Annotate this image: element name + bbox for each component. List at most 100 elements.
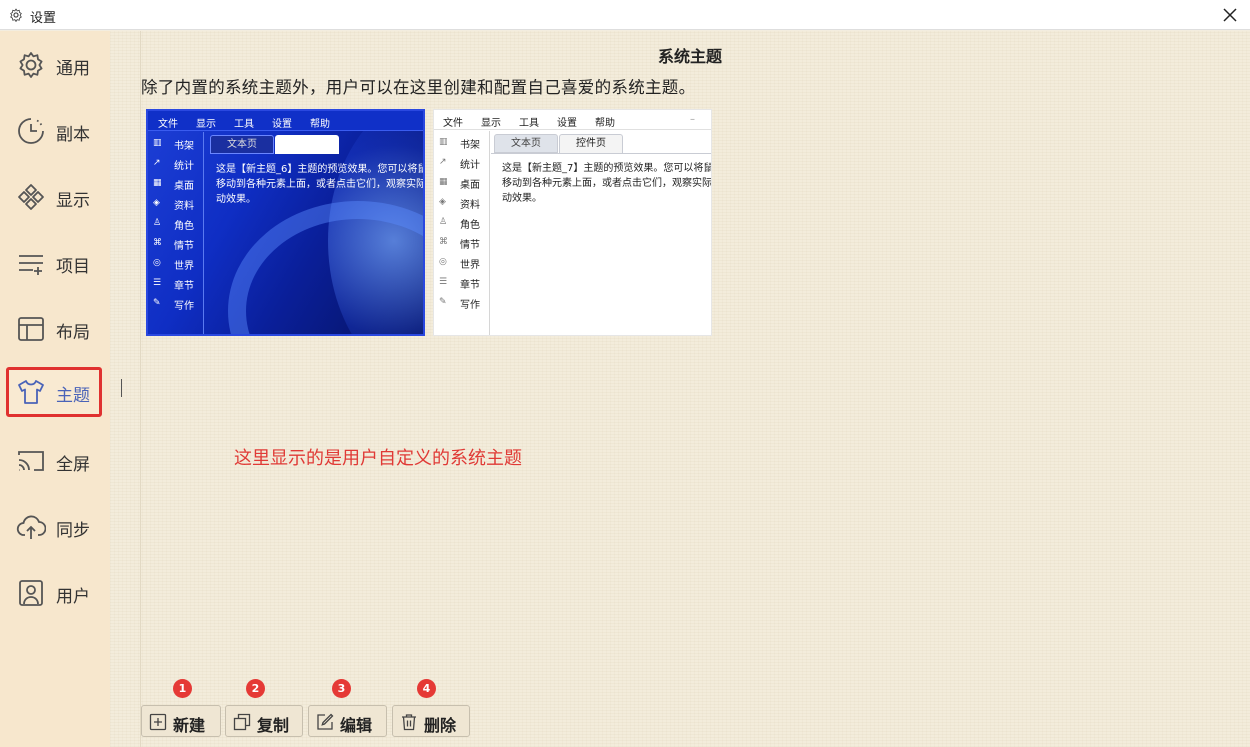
step-badge: 1 <box>173 679 192 698</box>
globe-icon: ◎ <box>153 258 161 268</box>
sidebar-item-copy[interactable]: 副本 <box>6 106 102 156</box>
trash-icon <box>402 714 416 731</box>
tab-underline <box>491 153 711 154</box>
sidebar-item-user[interactable]: 用户 <box>6 568 102 618</box>
plus-square-icon <box>149 713 167 731</box>
step-badge: 2 <box>246 679 265 698</box>
theme-preview-card[interactable]: 文件 显示 工具 设置 帮助 – ▥ 书架 ↗ 统计 ▦ 桌面 ◈ 资料 ♙ 角色 ⌘ 情节… <box>433 109 712 336</box>
preview-side-item: ◎ 世界 <box>439 257 480 271</box>
grid-icon: ▦ <box>439 177 448 187</box>
preview-text: 这是【新主题_6】主题的预览效果。您可以将鼠标移动到各种元素上面，或者点击它们，… <box>216 164 425 205</box>
layout-icon <box>18 317 44 341</box>
layers-icon: ◈ <box>439 197 446 207</box>
preview-side-item: ◈ 资料 <box>153 198 194 212</box>
menu-item: 帮助 <box>310 119 330 130</box>
page-title: 系统主题 <box>657 47 722 66</box>
page-description: 除了内置的系统主题外，用户可以在这里创建和配置自己喜爱的系统主题。 <box>141 78 696 97</box>
menu-item: 文件 <box>158 119 178 130</box>
divider <box>140 31 141 747</box>
new-button[interactable]: 新建 <box>141 705 221 737</box>
preview-side-item: ♙ 角色 <box>153 218 194 232</box>
button-label: 编辑 <box>340 716 373 735</box>
step-badge: 3 <box>332 679 351 698</box>
preview-side-item: ⌘ 情节 <box>153 238 194 252</box>
preview-text: 这是【新主题_7】主题的预览效果。您可以将鼠标移动到各种元素上面，或者点击它们，… <box>502 163 712 204</box>
preview-side-item: ☰ 章节 <box>153 278 194 292</box>
button-label: 复制 <box>257 716 290 735</box>
menu-item: 设置 <box>272 119 292 130</box>
list-add-icon <box>19 255 43 275</box>
close-icon[interactable] <box>1220 5 1240 25</box>
sidebar-item-label: 主题 <box>56 386 90 406</box>
preview-menubar: 文件 显示 工具 设置 帮助 – <box>434 110 711 130</box>
preview-tab: 文本页 <box>210 135 274 154</box>
chapter-icon: ☰ <box>439 277 448 287</box>
preview-side-item: ↗ 统计 <box>153 158 194 172</box>
preview-side-item: ▥ 书架 <box>153 138 194 152</box>
copy-icon <box>233 713 251 731</box>
preview-sidebar: ▥ 书架 ↗ 统计 ▦ 桌面 ◈ 资料 ♙ 角色 ⌘ 情节 ◎ 世界 ☰ 章节 ✎ 写作 <box>148 132 204 334</box>
sidebar-item-fullscreen[interactable]: 全屏 <box>6 436 102 486</box>
menu-item: 显示 <box>196 119 216 130</box>
sidebar: 通用 副本 显示 项目 布局 主题 全屏 同步 用户 <box>0 31 110 747</box>
edit-button[interactable]: 编辑 <box>308 705 387 737</box>
layers-icon: ◈ <box>153 198 160 208</box>
bookshelf-icon: ▥ <box>439 137 448 147</box>
theme-preview-card[interactable]: 文件 显示 工具 设置 帮助 ▥ 书架 ↗ 统计 ▦ 桌面 ◈ 资料 ♙ 角色 ⌘ 情节 ◎… <box>146 109 425 336</box>
chart-icon: ↗ <box>439 157 447 167</box>
menu-item: 设置 <box>557 118 577 129</box>
sidebar-item-general[interactable]: 通用 <box>6 40 102 90</box>
step-badge: 4 <box>417 679 436 698</box>
sidebar-item-display[interactable]: 显示 <box>6 172 102 222</box>
preview-side-item: ◈ 资料 <box>439 197 480 211</box>
sidebar-item-label: 通用 <box>56 59 90 79</box>
wallpaper-swirl <box>228 201 423 334</box>
globe-icon: ◎ <box>439 257 447 267</box>
sidebar-item-label: 同步 <box>56 521 90 541</box>
grid-icon: ▦ <box>153 178 162 188</box>
preview-menubar: 文件 显示 工具 设置 帮助 <box>148 111 423 131</box>
menu-item: 帮助 <box>595 118 615 129</box>
minimize-icon: – <box>690 114 695 125</box>
write-icon: ✎ <box>439 297 447 307</box>
preview-side-item: ☰ 章节 <box>439 277 480 291</box>
sidebar-item-layout[interactable]: 布局 <box>6 304 102 354</box>
preview-tab: 文本页 <box>494 134 558 153</box>
sidebar-item-label: 显示 <box>56 191 90 211</box>
write-icon: ✎ <box>153 298 161 308</box>
title-bar: 设置 <box>0 0 1250 30</box>
preview-side-item: ↗ 统计 <box>439 157 480 171</box>
preview-side-item: ◎ 世界 <box>153 258 194 272</box>
sidebar-item-label: 用户 <box>56 587 90 607</box>
menu-item: 工具 <box>519 118 539 129</box>
delete-button[interactable]: 删除 <box>392 705 470 737</box>
diamond-grid-icon <box>18 184 44 210</box>
sidebar-item-sync[interactable]: 同步 <box>6 502 102 552</box>
button-label: 删除 <box>424 716 457 735</box>
chapter-icon: ☰ <box>153 278 162 288</box>
copy-button[interactable]: 复制 <box>225 705 303 737</box>
bookshelf-icon: ▥ <box>153 138 162 148</box>
edit-icon <box>317 713 334 730</box>
text-caret <box>121 379 122 397</box>
user-icon <box>19 580 43 606</box>
sidebar-item-label: 布局 <box>56 323 90 343</box>
chart-icon: ↗ <box>153 158 161 168</box>
sidebar-item-project[interactable]: 项目 <box>6 238 102 288</box>
preview-tab: 控件页 <box>275 135 339 154</box>
menu-item: 显示 <box>481 118 501 129</box>
preview-side-item: ♙ 角色 <box>439 217 480 231</box>
sidebar-item-label: 全屏 <box>56 455 90 475</box>
cloud-upload-icon <box>16 515 46 539</box>
theme-settings-panel: 系统主题 除了内置的系统主题外，用户可以在这里创建和配置自己喜爱的系统主题。 文… <box>110 31 1250 747</box>
preview-side-item: ▥ 书架 <box>439 137 480 151</box>
preview-side-item: ▦ 桌面 <box>153 178 194 192</box>
preview-tab: 控件页 <box>559 134 623 153</box>
preview-side-item: ▦ 桌面 <box>439 177 480 191</box>
plot-icon: ⌘ <box>153 238 162 248</box>
sidebar-item-label: 副本 <box>56 125 90 145</box>
sidebar-item-theme[interactable]: 主题 <box>6 367 102 417</box>
clock-icon <box>18 118 44 144</box>
sidebar-item-label: 项目 <box>56 257 90 277</box>
annotation-text: 这里显示的是用户自定义的系统主题 <box>234 448 522 469</box>
